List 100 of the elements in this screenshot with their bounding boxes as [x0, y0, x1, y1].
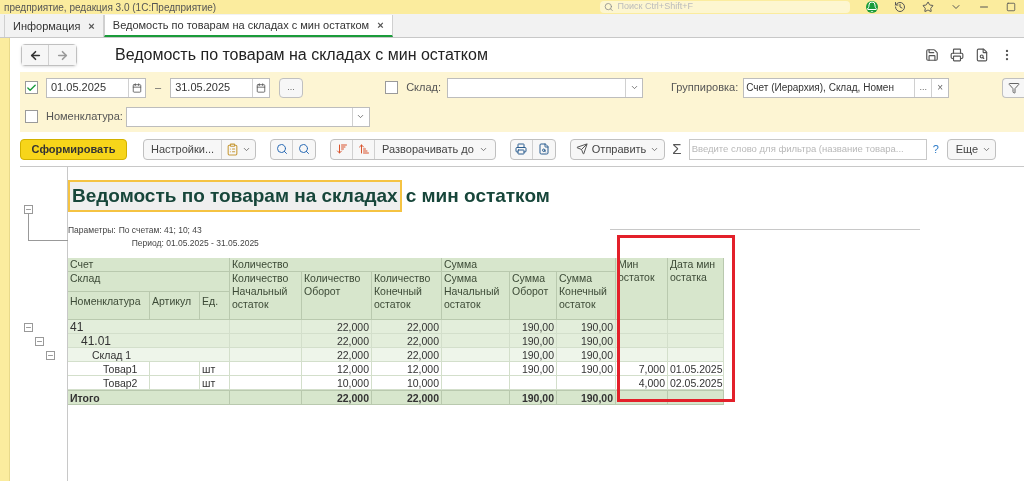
star-icon[interactable] [922, 1, 934, 13]
report-filter-field[interactable]: Введите слово для фильтра (название товара... [688, 138, 927, 160]
table-cell: 12,000 [302, 362, 372, 376]
range-dash: – [155, 80, 162, 96]
global-search-field[interactable]: Поиск Ctrl+Shift+F [600, 1, 850, 13]
table-cell: 22,000 [302, 334, 372, 348]
collapse-icon[interactable] [25, 324, 32, 331]
save-icon[interactable] [925, 48, 939, 62]
table-cell: 22,000 [302, 348, 372, 362]
grouping-label: Группировка: [671, 80, 739, 96]
table-cell: 190,00 [510, 348, 557, 362]
grouping-field[interactable]: Счет (Иерархия), Склад, Номен ... × [743, 77, 950, 98]
column-header: Счет [68, 258, 230, 272]
nomenclature-dropdown[interactable] [125, 106, 370, 127]
table-cell: 22,000 [372, 348, 442, 362]
column-header: Количество Оборот [302, 272, 372, 320]
report-title: Ведомость по товарам на складах [68, 179, 402, 212]
caret-icon [629, 83, 639, 92]
table-cell: шт [200, 376, 230, 390]
nomenclature-checkbox[interactable] [25, 110, 38, 123]
filter-icon [1007, 81, 1020, 94]
tab[interactable]: Ведомость по товарам на складах с мин остатком × [103, 15, 393, 37]
calendar-icon[interactable] [256, 82, 267, 93]
collapse-icon[interactable] [47, 352, 54, 359]
send-button[interactable]: Отправить [569, 138, 666, 160]
table-cell: Товар1 [68, 362, 150, 376]
print-icon[interactable] [950, 48, 964, 62]
nomenclature-label: Номенклатура: [46, 109, 123, 125]
table-cell: 12,000 [372, 362, 442, 376]
table-cell: 22,000 [302, 320, 372, 334]
help-link[interactable]: ? [932, 140, 939, 158]
warehouse-dropdown[interactable] [447, 77, 643, 98]
table-cell: 190,00 [510, 320, 557, 334]
table-cell [616, 348, 668, 362]
app-title: предприятие, редакция 3.0 (1С:Предприятие) [4, 0, 217, 15]
parameter-text: Период: 01.05.2025 - 31.05.2025 [131, 237, 259, 250]
filter-button[interactable] [1002, 77, 1024, 98]
more-button[interactable]: Еще [946, 138, 997, 160]
table-cell [668, 348, 724, 362]
global-search-input[interactable]: Поиск Ctrl+Shift+F [617, 0, 846, 14]
table-cell [230, 362, 302, 376]
table-cell [442, 390, 510, 405]
table-cell: 22,000 [302, 390, 372, 405]
column-header: Количество Конечный остаток [372, 272, 442, 320]
table-cell: Склад 1 [68, 348, 230, 362]
collapse-icon[interactable] [36, 338, 43, 345]
grouping-clear-button[interactable]: × [931, 78, 949, 97]
form-title: Ведомость по товарам на складах с мин остатком [115, 45, 488, 65]
table-cell [442, 348, 510, 362]
grouping-select-button[interactable]: ... [914, 78, 932, 97]
back-button[interactable] [22, 45, 49, 65]
table-cell: Итого [68, 390, 230, 405]
generate-button[interactable]: Сформировать [20, 138, 127, 160]
table-cell [510, 376, 557, 390]
date-from-field[interactable]: 01.05.2025 [46, 77, 146, 98]
right-arrow-icon [56, 48, 69, 62]
date-to-field[interactable]: 31.05.2025 [170, 77, 271, 98]
caret-icon [356, 112, 366, 121]
sort-up-icon [357, 143, 370, 155]
table-cell: 01.05.2025 [668, 362, 724, 376]
calendar-icon[interactable] [132, 82, 142, 93]
table-cell: 190,00 [510, 390, 557, 405]
collapse-icon[interactable] [25, 206, 32, 213]
table-cell [230, 334, 302, 348]
table-cell [442, 362, 510, 376]
warehouse-checkbox[interactable] [385, 81, 399, 94]
sort-down-icon [335, 143, 348, 155]
preview-icon [537, 143, 550, 155]
table-cell: 22,000 [372, 334, 442, 348]
tab-close-button[interactable]: × [88, 17, 95, 35]
search-icon [275, 143, 288, 155]
report-title: с мин остатком [405, 183, 550, 208]
table-cell [616, 334, 668, 348]
table-cell: 190,00 [557, 390, 616, 405]
table-cell: 190,00 [557, 348, 616, 362]
table-cell [557, 376, 616, 390]
column-header: Количество Начальный остаток [230, 272, 302, 320]
table-cell: 190,00 [557, 320, 616, 334]
table-cell [668, 320, 724, 334]
table-cell [442, 334, 510, 348]
period-checkbox[interactable] [25, 81, 38, 94]
search-icon [604, 2, 614, 12]
table-cell [230, 320, 302, 334]
maximize-icon[interactable] [1006, 2, 1016, 12]
table-cell: 41.01 [68, 334, 230, 348]
bell-icon[interactable] [866, 1, 878, 13]
period-button[interactable]: ... [279, 77, 304, 98]
column-header: Количество [230, 258, 442, 272]
left-arrow-icon [28, 48, 42, 62]
tab-close-button[interactable]: × [377, 16, 384, 34]
column-header: Склад [68, 272, 230, 292]
table-cell [230, 390, 302, 405]
history-icon[interactable] [894, 1, 906, 13]
sum-button[interactable]: Σ [672, 137, 682, 161]
table-cell: 190,00 [557, 362, 616, 376]
table-cell: 22,000 [372, 320, 442, 334]
table-cell [442, 320, 510, 334]
table-cell: 7,000 [616, 362, 668, 376]
preview-icon[interactable] [975, 48, 989, 62]
tab[interactable]: Информация × [4, 15, 104, 37]
